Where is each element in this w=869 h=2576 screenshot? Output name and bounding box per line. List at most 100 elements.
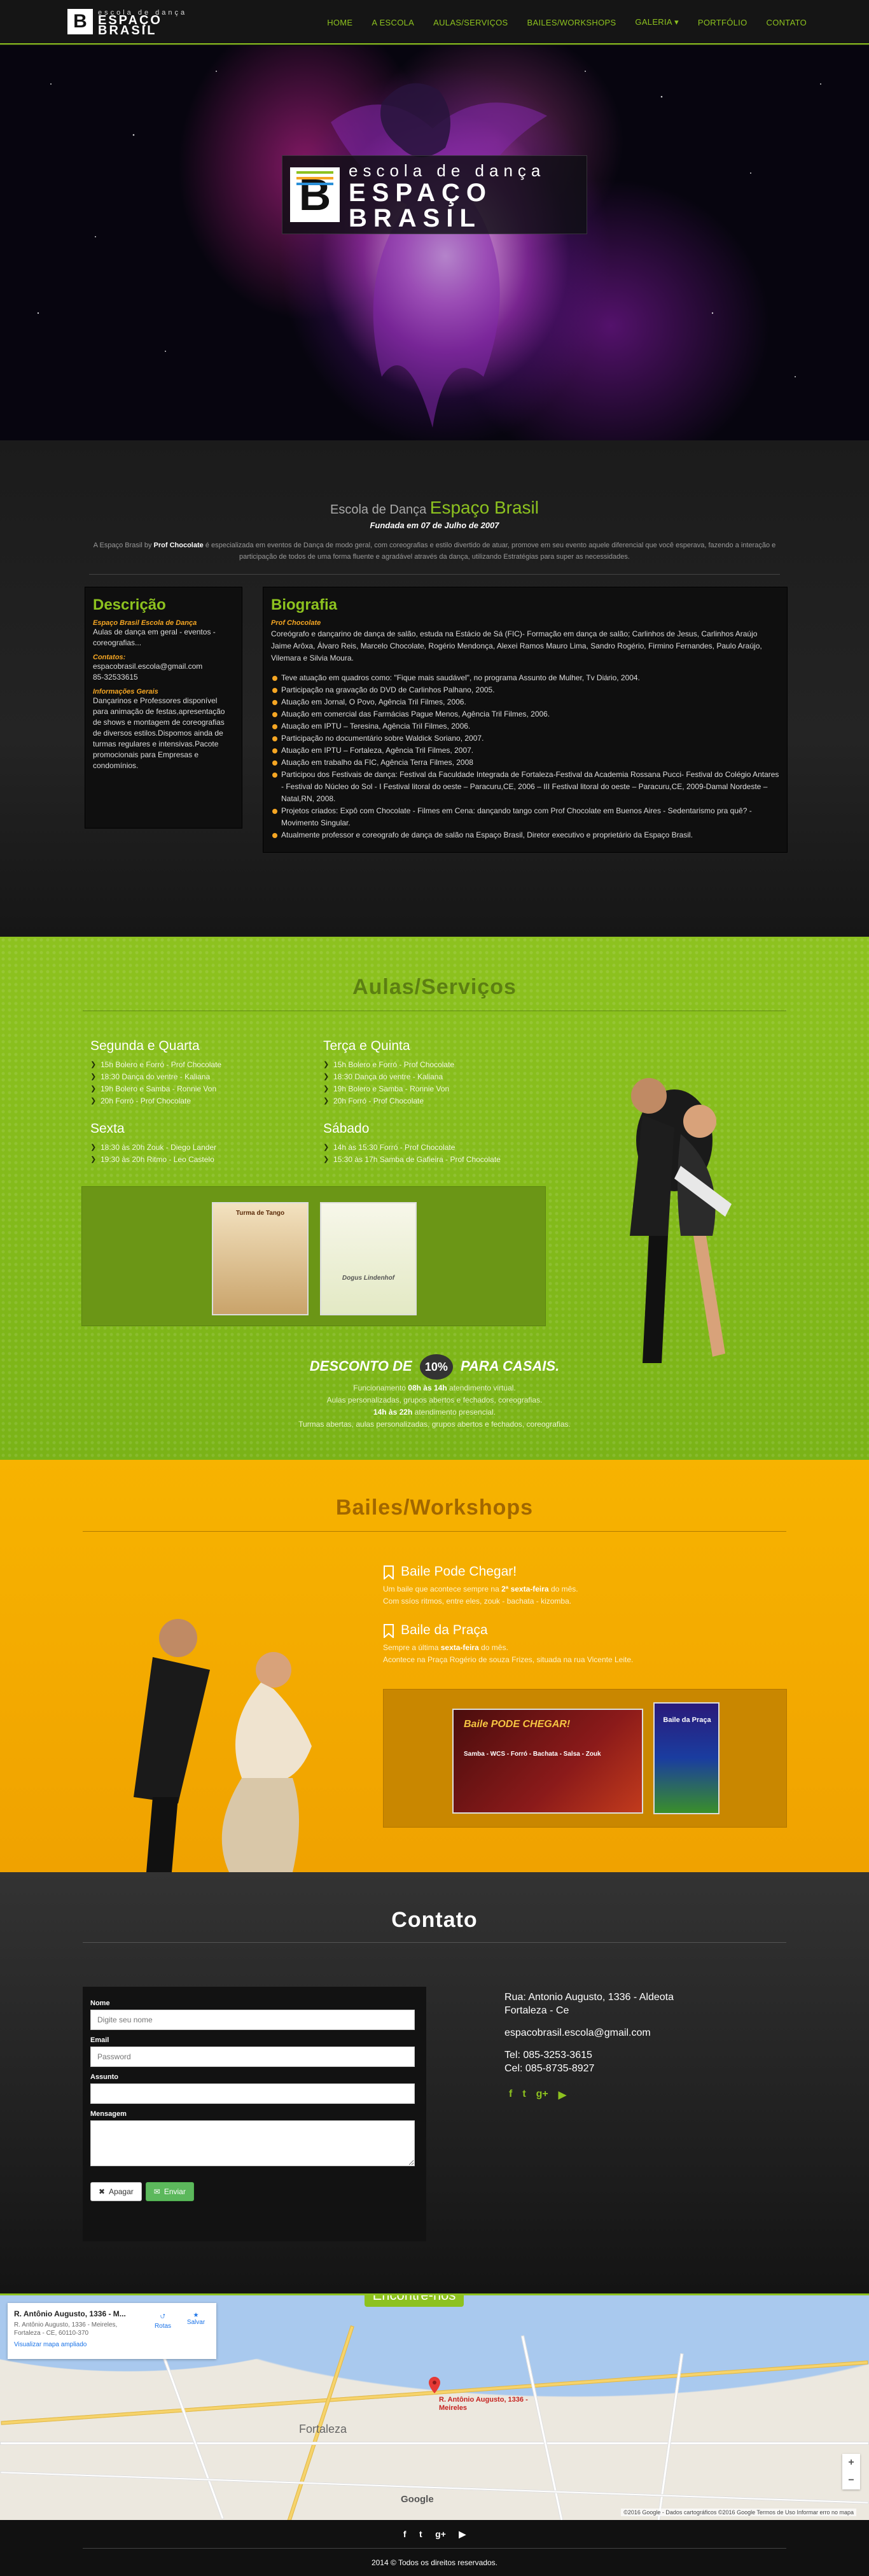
youtube-icon[interactable]: ▶ (559, 2089, 566, 2101)
menu-aulas-servicos[interactable]: AULAS/SERVIÇOS (433, 18, 508, 27)
aulas-title: Aulas/Serviços (352, 975, 517, 999)
event-text-2: Acontece na Praça Rogério de souza Frize… (383, 1655, 634, 1664)
subject-input[interactable] (90, 2083, 415, 2104)
list-item: 15h Bolero e Forró - Prof Chocolate (90, 1059, 300, 1071)
address-line-2: Fortaleza - Ce (504, 2005, 569, 2016)
contact-tel: Tel: 085-3253-3615 (504, 2050, 592, 2061)
message-label: Mensagem (90, 2110, 127, 2118)
facebook-icon[interactable]: f (403, 2529, 407, 2539)
google-plus-icon[interactable]: g+ (536, 2089, 548, 2101)
message-textarea[interactable] (90, 2120, 415, 2166)
descricao-value-1: Aulas de dança em geral - eventos - core… (93, 627, 216, 647)
menu-home[interactable]: HOME (327, 18, 352, 27)
flyer-subtitle: Samba - WCS - Forró - Bachata - Salsa - … (464, 1751, 601, 1758)
event-title: Baile Pode Chegar! (383, 1564, 796, 1579)
close-icon: ✖ (99, 2187, 106, 2196)
page: B escola de dança ESPAÇO BRASIL HOME A E… (0, 0, 869, 2576)
map-card-title: R. Antônio Augusto, 1336 - M... (14, 2309, 126, 2318)
zoom-in-icon[interactable]: + (842, 2454, 860, 2472)
flyer-turma-tango[interactable]: Turma de Tango (212, 1202, 309, 1315)
youtube-icon[interactable]: ▶ (459, 2529, 466, 2540)
map-enlarge-link[interactable]: Visualizar mapa ampliado (14, 2341, 210, 2348)
descricao-email[interactable]: espacobrasil.escola@gmail.com (93, 661, 234, 672)
name-input[interactable] (90, 2010, 415, 2030)
list-item: Participação no documentário sobre Waldi… (271, 732, 779, 745)
descricao-phone: 85-32533615 (93, 673, 138, 682)
flyer-baile-da-praca[interactable]: Baile da Praça (653, 1702, 720, 1814)
event-baile-da-praca: Baile da Praça Sempre a última sexta-fei… (383, 1623, 796, 1666)
map-pin-label: R. Antônio Augusto, 1336 - Meireles (439, 2396, 528, 2412)
biografia-title: Biografia (271, 596, 338, 613)
list-item: Atualmente professor e coreografo de dan… (271, 829, 779, 841)
contact-email[interactable]: espacobrasil.escola@gmail.com (504, 2026, 759, 2040)
about-title-brand: Espaço Brasil (429, 498, 539, 517)
twitter-icon[interactable]: t (522, 2089, 525, 2101)
save-button[interactable]: ★ Salvar (182, 2312, 210, 2326)
list-item: 19h Bolero e Samba - Ronnie Von (323, 1083, 533, 1095)
aulas-flyers-panel: Turma de Tango Dogus Lindenhof (81, 1186, 546, 1326)
google-logo: Google (401, 2494, 434, 2505)
map-road (0, 2471, 869, 2504)
flyer-baile-pode-chegar[interactable]: Baile PODE CHEGAR! Samba - WCS - Forró -… (452, 1709, 643, 1814)
map-road (160, 2351, 225, 2520)
envelope-icon: ✉ (153, 2187, 160, 2196)
bailes-title: Bailes/Workshops (335, 1495, 534, 1520)
map-pin-icon[interactable] (429, 2377, 440, 2393)
hero-logo-line-2: BRASIL (349, 204, 482, 232)
list-item: 20h Forró - Prof Chocolate (90, 1095, 300, 1107)
hero-banner: B escola de dança ESPAÇO BRASIL (0, 46, 869, 440)
main-menu: HOME A ESCOLA AULAS/SERVIÇOS BAILES/WORK… (327, 0, 807, 45)
event-baile-pode-chegar: Baile Pode Chegar! Um baile que acontece… (383, 1564, 796, 1607)
contact-cel: Cel: 085-8735-8927 (504, 2063, 595, 2074)
list-item: 14h às 15:30 Forró - Prof Chocolate (323, 1142, 533, 1154)
schedule-sexta: Sexta 18:30 às 20h Zouk - Diego Lander 1… (90, 1121, 300, 1166)
send-button[interactable]: ✉ Enviar (145, 2182, 194, 2201)
name-label: Nome (90, 1999, 110, 2007)
directions-button[interactable]: ⮍ Rotas (149, 2312, 177, 2330)
twitter-icon[interactable]: t (419, 2529, 422, 2539)
zoom-out-icon[interactable]: − (842, 2472, 860, 2489)
map-city-label: Fortaleza (299, 2423, 347, 2435)
about-text-pre: A Espaço Brasil by (93, 542, 152, 549)
menu-portfolio[interactable]: PORTFÓLIO (698, 18, 747, 27)
hero-logo-top: escola de dança (349, 161, 546, 180)
list-item: 19h Bolero e Samba - Ronnie Von (90, 1083, 300, 1095)
list-item: Atuação em IPTU – Teresina, Agência Tril… (271, 720, 779, 732)
biografia-intro: Coreógrafo e dançarino de dança de salão… (271, 629, 762, 662)
email-input[interactable] (90, 2047, 415, 2067)
aulas-section: Aulas/Serviços Segunda e Quarta 15h Bole… (0, 937, 869, 1460)
schedule-segunda-quarta: Segunda e Quarta 15h Bolero e Forró - Pr… (90, 1039, 300, 1107)
flyer-title: Turma de Tango (235, 1210, 285, 1217)
divider (83, 1942, 786, 1943)
descricao-value-3: Dançarinos e Professores disponível para… (93, 696, 225, 770)
dancing-couple-image (134, 1619, 312, 1872)
google-map[interactable]: Encontre-nos R. Antônio Augusto, 1336 - … (0, 2293, 869, 2520)
event-name: Baile da Praça (401, 1623, 488, 1637)
day-title: Segunda e Quarta (90, 1039, 200, 1053)
menu-galeria-dropdown[interactable]: GALERIA ▾ (635, 17, 678, 27)
google-plus-icon[interactable]: g+ (435, 2529, 446, 2539)
about-text-post: é especializada em eventos de Dança de m… (205, 542, 776, 561)
map-zoom-controls[interactable]: + − (842, 2454, 860, 2489)
menu-a-escola[interactable]: A ESCOLA (372, 18, 414, 27)
list-item: Atuação em IPTU – Fortaleza, Agência Tri… (271, 745, 779, 757)
clear-button[interactable]: ✖ Apagar (90, 2182, 142, 2201)
facebook-icon[interactable]: f (509, 2089, 512, 2101)
menu-contato[interactable]: CONTATO (767, 18, 807, 27)
flyer-title: Baile PODE CHEGAR! (464, 1719, 571, 1730)
flyer-title: Dogus Lindenhof (342, 1275, 395, 1282)
flyer-title: Baile da Praça (663, 1716, 711, 1724)
info-line: Aulas personalizadas, grupos abertos e f… (326, 1396, 543, 1404)
footer: f t g+ ▶ 2014 © Todos os direitos reserv… (0, 2520, 869, 2576)
flyer-dogus-lindenhof[interactable]: Dogus Lindenhof (320, 1202, 417, 1315)
menu-bailes-workshops[interactable]: BAILES/WORKSHOPS (527, 18, 616, 27)
map-copyright[interactable]: ©2016 Google - Dados cartográficos ©2016… (621, 2509, 856, 2516)
divider (83, 2548, 786, 2549)
site-logo[interactable]: B escola de dança ESPAÇO BRASIL (67, 9, 188, 37)
directions-icon: ⮍ (160, 2313, 165, 2320)
footer-copyright: 2014 © Todos os direitos reservados. (371, 2558, 498, 2567)
bookmark-icon (384, 1624, 394, 1638)
info-line: Funcionamento 08h às 14h atendimento vir… (353, 1383, 516, 1392)
list-item: 19:30 às 20h Ritmo - Leo Castelo (90, 1154, 300, 1166)
list-item: Participou dos Festivais de dança: Festi… (271, 769, 779, 805)
